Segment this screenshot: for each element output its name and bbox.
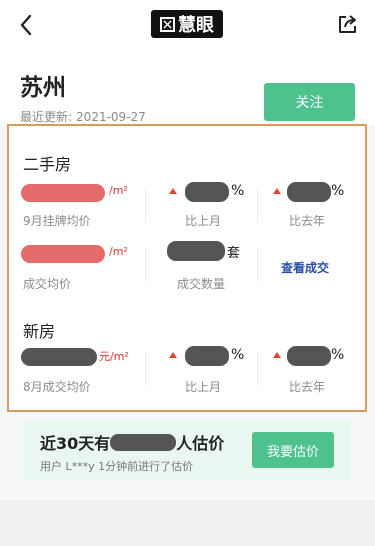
updated-date: 2021-09-27: [76, 110, 146, 124]
deal-count-value: 套: [167, 241, 257, 261]
redacted-value: [167, 241, 225, 261]
view-deals-link[interactable]: 查看成交: [281, 259, 329, 276]
new-mom-value: %: [169, 346, 249, 366]
share-icon: [339, 15, 356, 33]
follow-button[interactable]: 关注: [264, 83, 355, 121]
promo-title: 近30天有 人估价: [40, 430, 224, 454]
back-icon: [20, 14, 32, 36]
market-stats-card: 二手房 /m² 9月挂牌均价 % 比上月 % 比去年 /m² 成交均价 套 成交…: [7, 124, 367, 412]
city-name: 苏州: [20, 75, 66, 101]
new-yoy-value: %: [273, 346, 353, 366]
share-button[interactable]: [337, 13, 359, 35]
valuation-promo: 近30天有 人估价 用户 L***y 1分钟前进行了估价 我要估价: [24, 420, 350, 480]
promo-title-suffix: 人估价: [176, 434, 225, 453]
last-updated: 最近更新: 2021-09-27: [20, 108, 146, 125]
divider: [257, 188, 258, 222]
divider: [257, 352, 258, 386]
up-arrow-icon: [273, 352, 281, 358]
app-logo: 慧眼: [151, 10, 223, 38]
redacted-value: [185, 182, 229, 202]
new-deal-price-value: 元/m²: [21, 346, 146, 366]
listing-yoy-unit: %: [331, 183, 345, 199]
listing-yoy-label: 比去年: [289, 214, 326, 228]
listing-price-value: /m²: [21, 182, 131, 202]
up-arrow-icon: [169, 352, 177, 358]
redacted-value: [287, 182, 331, 202]
divider: [145, 352, 146, 386]
listing-mom-label: 比上月: [185, 214, 222, 228]
redacted-value: [21, 245, 105, 263]
divider: [145, 188, 146, 222]
logo-mark-icon: [160, 16, 175, 32]
up-arrow-icon: [169, 188, 177, 194]
updated-label: 最近更新:: [20, 110, 73, 124]
divider: [257, 248, 258, 282]
listing-price-unit: /m²: [109, 184, 128, 197]
promo-subtitle: 用户 L***y 1分钟前进行了估价: [40, 460, 194, 473]
divider: [145, 248, 146, 282]
promo-title-prefix: 近30天有: [40, 434, 111, 453]
listing-mom-unit: %: [231, 183, 245, 199]
up-arrow-icon: [273, 188, 281, 194]
deal-count-unit: 套: [227, 246, 241, 261]
new-deal-price-unit: 元/m²: [99, 350, 129, 363]
new-mom-unit: %: [231, 347, 245, 363]
estimate-button[interactable]: 我要估价: [252, 432, 334, 468]
redacted-value: [110, 434, 177, 451]
listing-yoy-value: %: [273, 182, 353, 202]
new-mom-label: 比上月: [185, 380, 222, 394]
new-yoy-unit: %: [331, 347, 345, 363]
section-title-second-hand: 二手房: [23, 155, 72, 174]
redacted-value: [287, 346, 331, 366]
bottom-section: [0, 500, 375, 546]
listing-price-label: 9月挂牌均价: [23, 214, 91, 228]
listing-mom-value: %: [169, 182, 249, 202]
deal-price-label: 成交均价: [23, 277, 72, 291]
back-button[interactable]: [16, 12, 38, 38]
redacted-value: [185, 346, 229, 366]
deal-price-unit: /m²: [109, 245, 128, 258]
redacted-value: [21, 184, 105, 202]
logo-text: 慧眼: [178, 15, 214, 36]
deal-count-label: 成交数量: [177, 277, 226, 291]
redacted-value: [21, 348, 97, 366]
new-yoy-label: 比去年: [289, 380, 326, 394]
deal-price-value: /m²: [21, 243, 131, 263]
new-deal-price-label: 8月成交均价: [23, 380, 91, 394]
section-title-new-house: 新房: [23, 322, 56, 341]
